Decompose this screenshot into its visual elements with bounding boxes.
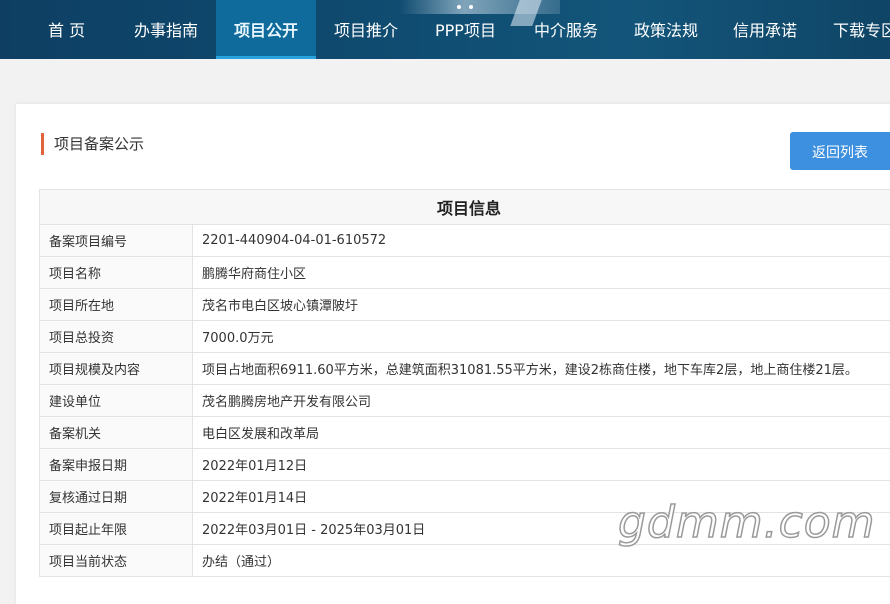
nav-item-project-promotion[interactable]: 项目推介 [334, 0, 398, 59]
row-value: 2022年01月12日 [193, 449, 890, 481]
row-value: 鹏腾华府商住小区 [193, 257, 890, 289]
table-row: 项目总投资 7000.0万元 [40, 321, 890, 353]
nav-item-project-public[interactable]: 项目公开 [216, 0, 316, 59]
nav-item-credit[interactable]: 信用承诺 [733, 0, 797, 59]
row-label: 项目起止年限 [40, 513, 193, 545]
top-navigation-bar: 首 页 办事指南 项目公开 项目推介 PPP项目 中介服务 政策法规 信用承诺 … [0, 0, 890, 59]
row-label: 建设单位 [40, 385, 193, 417]
row-value: 茂名鹏腾房地产开发有限公司 [193, 385, 890, 417]
row-value: 茂名市电白区坡心镇潭陂圩 [193, 289, 890, 321]
table-header-row: 项目信息 [40, 190, 890, 225]
row-label: 复核通过日期 [40, 481, 193, 513]
title-accent-bar [41, 133, 44, 155]
nav-item-download[interactable]: 下载专区 [833, 0, 890, 59]
row-value: 办结（通过） [193, 545, 890, 577]
nav-item-home[interactable]: 首 页 [48, 0, 85, 59]
table-row: 项目当前状态 办结（通过） [40, 545, 890, 577]
row-label: 项目总投资 [40, 321, 193, 353]
table-row: 建设单位 茂名鹏腾房地产开发有限公司 [40, 385, 890, 417]
table-row: 项目规模及内容 项目占地面积6911.60平方米，总建筑面积31081.55平方… [40, 353, 890, 385]
back-to-list-button[interactable]: 返回列表 [790, 132, 890, 170]
row-label: 项目名称 [40, 257, 193, 289]
table-row: 备案机关 电白区发展和改革局 [40, 417, 890, 449]
page-title: 项目备案公示 [54, 133, 144, 155]
row-label: 备案机关 [40, 417, 193, 449]
row-label: 项目规模及内容 [40, 353, 193, 385]
table-row: 备案申报日期 2022年01月12日 [40, 449, 890, 481]
table-header: 项目信息 [40, 190, 890, 225]
table-row: 备案项目编号 2201-440904-04-01-610572 [40, 225, 890, 257]
row-value: 7000.0万元 [193, 321, 890, 353]
nav-item-guide[interactable]: 办事指南 [134, 0, 198, 59]
table-row: 项目所在地 茂名市电白区坡心镇潭陂圩 [40, 289, 890, 321]
table-row: 项目名称 鹏腾华府商住小区 [40, 257, 890, 289]
site-watermark: gdmm.com [618, 497, 876, 548]
row-label: 项目所在地 [40, 289, 193, 321]
row-value: 电白区发展和改革局 [193, 417, 890, 449]
nav-item-ppp[interactable]: PPP项目 [435, 0, 496, 59]
row-value: 项目占地面积6911.60平方米，总建筑面积31081.55平方米，建设2栋商住… [193, 353, 890, 385]
row-label: 备案申报日期 [40, 449, 193, 481]
nav-item-policy[interactable]: 政策法规 [634, 0, 698, 59]
row-value: 2201-440904-04-01-610572 [193, 225, 890, 257]
nav-item-agency[interactable]: 中介服务 [534, 0, 598, 59]
row-label: 项目当前状态 [40, 545, 193, 577]
row-label: 备案项目编号 [40, 225, 193, 257]
